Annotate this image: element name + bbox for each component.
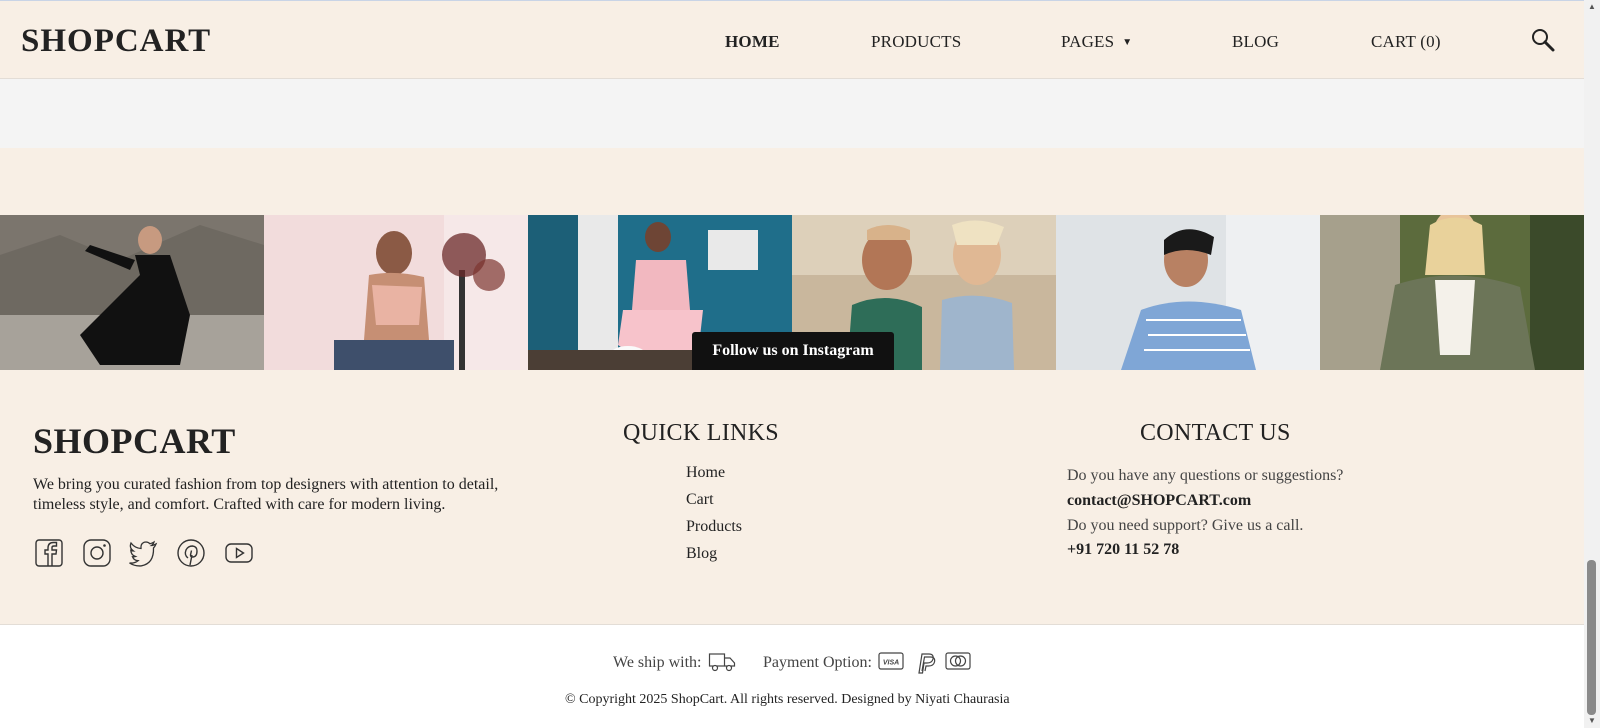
follow-instagram-button[interactable]: Follow us on Instagram xyxy=(692,332,894,370)
nav-pages[interactable]: PAGES ▼ xyxy=(1061,32,1132,52)
contact-us-title: CONTACT US xyxy=(1140,420,1291,446)
site-logo[interactable]: SHOPCART xyxy=(21,23,211,60)
facebook-icon[interactable] xyxy=(34,538,64,568)
nav-cart[interactable]: CART (0) xyxy=(1371,32,1441,52)
ship-with-label: We ship with: xyxy=(613,654,702,671)
site-footer: SHOPCART We bring you curated fashion fr… xyxy=(0,370,1584,625)
footer-link-blog[interactable]: Blog xyxy=(686,545,717,563)
copyright-text: © Copyright 2025 ShopCart. All rights re… xyxy=(565,692,912,707)
scroll-down-icon[interactable]: ▼ xyxy=(1587,716,1597,726)
footer-logo: SHOPCART xyxy=(33,421,236,461)
quick-links-title: QUICK LINKS xyxy=(623,420,779,446)
instagram-icon[interactable] xyxy=(82,538,112,568)
instagram-photo[interactable] xyxy=(1320,215,1584,370)
footer-link-products[interactable]: Products xyxy=(686,518,742,536)
footer-description: We bring you curated fashion from top de… xyxy=(33,476,499,513)
nav-blog[interactable]: BLOG xyxy=(1232,32,1279,52)
visa-icon: VISA xyxy=(878,652,904,670)
contact-support-text: Do you need support? Give us a call. xyxy=(1067,517,1304,534)
contact-email[interactable]: contact@SHOPCART.com xyxy=(1067,492,1251,510)
contact-phone[interactable]: +91 720 11 52 78 xyxy=(1067,541,1179,559)
search-icon[interactable] xyxy=(1530,27,1556,53)
scroll-up-icon[interactable]: ▲ xyxy=(1587,2,1597,12)
paypal-icon xyxy=(918,653,936,674)
youtube-icon[interactable] xyxy=(224,538,254,568)
instagram-section-spacer xyxy=(0,148,1584,215)
page-scrollbar[interactable]: ▲ ▼ xyxy=(1584,0,1600,728)
copyright-line: © Copyright 2025 ShopCart. All rights re… xyxy=(565,692,1010,708)
site-header: SHOPCART HOME PRODUCTS PAGES ▼ BLOG CART … xyxy=(0,1,1584,79)
nav-home[interactable]: HOME xyxy=(725,32,780,52)
pinterest-icon[interactable] xyxy=(176,538,206,568)
svg-text:VISA: VISA xyxy=(883,660,899,667)
bottom-bar: We ship with: Payment Option: VISA © Cop… xyxy=(0,626,1584,728)
mastercard-icon xyxy=(945,652,971,670)
instagram-photo[interactable] xyxy=(1056,215,1320,370)
empty-section xyxy=(0,79,1584,148)
caret-down-icon: ▼ xyxy=(1122,37,1133,48)
nav-pages-label: PAGES xyxy=(1061,32,1115,51)
footer-link-home[interactable]: Home xyxy=(686,464,725,482)
nav-products[interactable]: PRODUCTS xyxy=(871,32,961,52)
instagram-photo[interactable] xyxy=(0,215,264,370)
delivery-truck-icon xyxy=(708,653,736,672)
scrollbar-thumb[interactable] xyxy=(1587,560,1596,715)
footer-link-cart[interactable]: Cart xyxy=(686,491,714,509)
twitter-icon[interactable] xyxy=(128,538,158,568)
instagram-photo[interactable] xyxy=(264,215,528,370)
designer-link[interactable]: Niyati Chaurasia xyxy=(915,692,1009,707)
payment-option-label: Payment Option: xyxy=(763,654,872,671)
contact-question: Do you have any questions or suggestions… xyxy=(1067,467,1344,484)
